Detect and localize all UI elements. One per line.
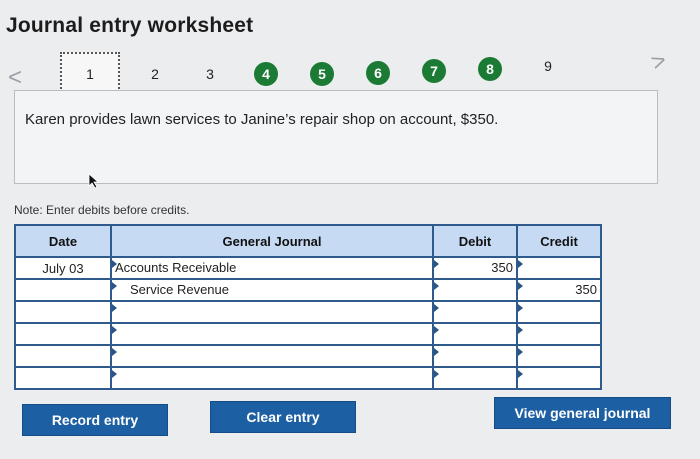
column-header-date: Date: [14, 224, 112, 258]
record-entry-button[interactable]: Record entry: [22, 404, 168, 436]
dropdown-indicator-icon: [518, 348, 523, 356]
debit-cell[interactable]: [432, 300, 518, 324]
dropdown-indicator-icon: [518, 260, 523, 268]
debit-cell[interactable]: [432, 366, 518, 390]
credit-cell[interactable]: [516, 366, 602, 390]
column-header-debit: Debit: [432, 224, 518, 258]
date-cell[interactable]: [14, 344, 112, 368]
credit-cell[interactable]: [516, 344, 602, 368]
dropdown-indicator-icon: [434, 282, 439, 290]
date-cell[interactable]: [14, 322, 112, 346]
dropdown-indicator-icon: [434, 370, 439, 378]
mouse-cursor-icon: [88, 173, 100, 189]
clear-entry-button[interactable]: Clear entry: [210, 401, 356, 433]
step-3[interactable]: 3: [198, 62, 222, 86]
date-cell[interactable]: [14, 300, 112, 324]
account-cell[interactable]: Service Revenue: [110, 278, 434, 302]
dropdown-indicator-icon: [518, 282, 523, 290]
dropdown-indicator-icon: [434, 304, 439, 312]
dropdown-indicator-icon: [518, 326, 523, 334]
credit-cell[interactable]: [516, 256, 602, 280]
debit-cell[interactable]: [432, 344, 518, 368]
debit-cell[interactable]: [432, 322, 518, 346]
table-row: [14, 344, 602, 368]
journal-table: Date General Journal Debit Credit July 0…: [14, 224, 602, 390]
step-5[interactable]: 5: [310, 62, 334, 86]
table-row: July 03 Accounts Receivable 350: [14, 256, 602, 280]
step-6[interactable]: 6: [366, 61, 390, 85]
dropdown-indicator-icon: [112, 348, 117, 356]
date-cell[interactable]: [14, 278, 112, 302]
dropdown-indicator-icon: [434, 348, 439, 356]
step-8[interactable]: 8: [478, 57, 502, 81]
chevron-right-icon[interactable]: >: [648, 46, 670, 76]
credit-cell[interactable]: 350: [516, 278, 602, 302]
dropdown-indicator-icon: [112, 370, 117, 378]
view-general-journal-button[interactable]: View general journal: [494, 397, 671, 429]
account-cell[interactable]: [110, 366, 434, 390]
account-cell[interactable]: Accounts Receivable: [110, 256, 434, 280]
account-cell[interactable]: [110, 300, 434, 324]
credit-cell[interactable]: [516, 300, 602, 324]
table-row: [14, 300, 602, 324]
account-text: Service Revenue: [130, 282, 229, 297]
dropdown-indicator-icon: [112, 260, 117, 268]
date-cell[interactable]: July 03: [14, 256, 112, 280]
step-9[interactable]: 9: [536, 54, 560, 78]
credit-text: 350: [575, 282, 597, 297]
table-row: Service Revenue 350: [14, 278, 602, 302]
step-2[interactable]: 2: [143, 62, 167, 86]
dropdown-indicator-icon: [112, 304, 117, 312]
note-text: Note: Enter debits before credits.: [14, 203, 190, 217]
dropdown-indicator-icon: [112, 326, 117, 334]
dropdown-indicator-icon: [518, 370, 523, 378]
debit-text: 350: [491, 260, 513, 275]
debit-cell[interactable]: 350: [432, 256, 518, 280]
column-header-credit: Credit: [516, 224, 602, 258]
prompt-box: Karen provides lawn services to Janine’s…: [14, 90, 658, 184]
column-header-general-journal: General Journal: [110, 224, 434, 258]
account-cell[interactable]: [110, 322, 434, 346]
credit-cell[interactable]: [516, 322, 602, 346]
date-cell[interactable]: [14, 366, 112, 390]
prompt-text: Karen provides lawn services to Janine’s…: [25, 111, 499, 128]
chevron-left-icon[interactable]: <: [8, 66, 22, 90]
step-7[interactable]: 7: [422, 59, 446, 83]
page-title: Journal entry worksheet: [6, 14, 254, 37]
dropdown-indicator-icon: [112, 282, 117, 290]
step-4[interactable]: 4: [254, 62, 278, 86]
table-row: [14, 322, 602, 346]
dropdown-indicator-icon: [434, 260, 439, 268]
dropdown-indicator-icon: [518, 304, 523, 312]
debit-cell[interactable]: [432, 278, 518, 302]
account-cell[interactable]: [110, 344, 434, 368]
account-text: Accounts Receivable: [115, 260, 237, 275]
dropdown-indicator-icon: [434, 326, 439, 334]
table-row: [14, 366, 602, 390]
